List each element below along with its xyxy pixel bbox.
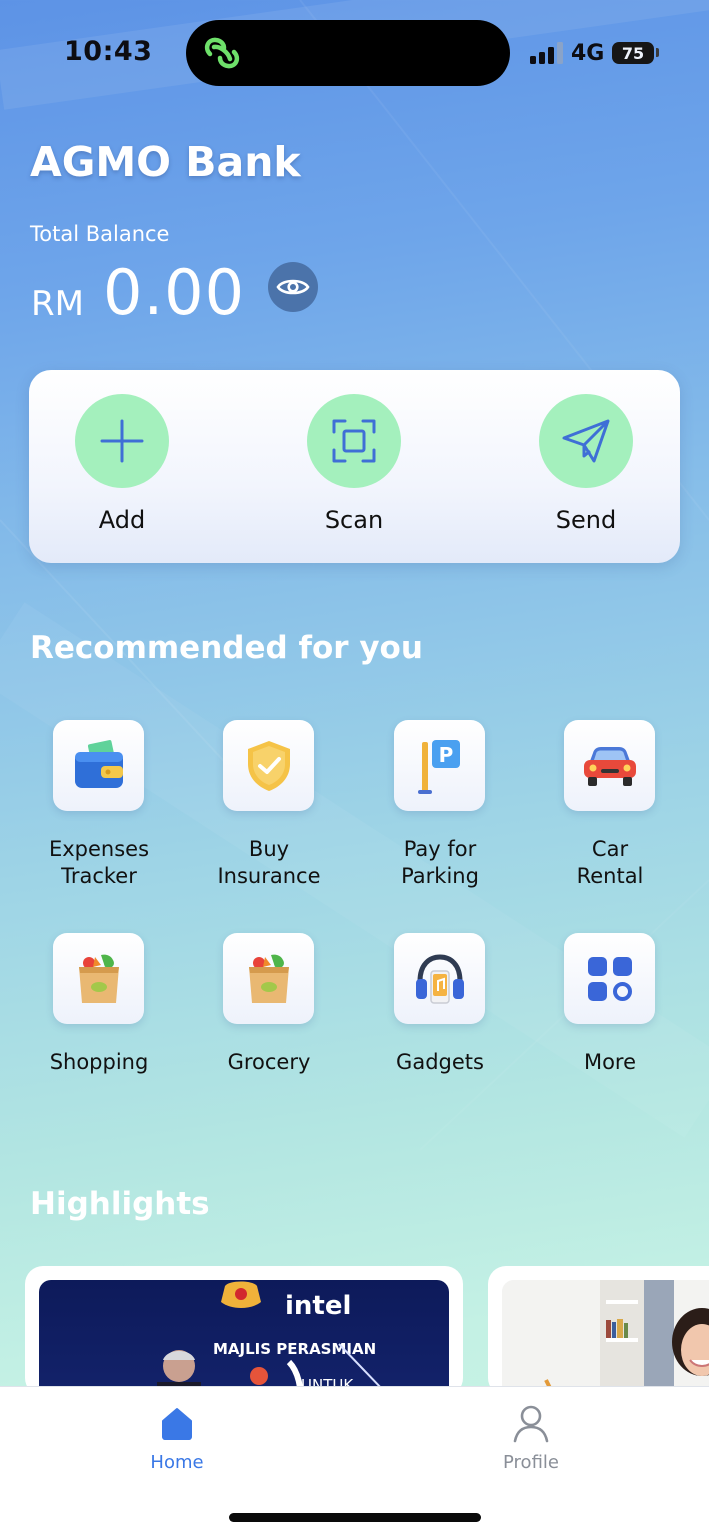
quick-actions-card: Add Scan Send bbox=[29, 370, 680, 563]
balance-amount: 0.00 bbox=[103, 256, 246, 329]
eye-icon bbox=[276, 279, 310, 295]
dynamic-island bbox=[186, 20, 510, 86]
signal-icon bbox=[530, 42, 563, 64]
service-tile bbox=[53, 720, 144, 811]
highlight-card[interactable] bbox=[488, 1266, 709, 1396]
service-tile: P bbox=[394, 720, 485, 811]
service-tile bbox=[223, 933, 314, 1024]
highlight-image bbox=[502, 1280, 709, 1396]
home-icon bbox=[162, 1408, 192, 1440]
battery-level: 75 bbox=[621, 43, 645, 63]
service-grocery[interactable]: Grocery bbox=[184, 933, 354, 1113]
nav-profile[interactable]: Profile bbox=[431, 1387, 631, 1497]
plus-icon bbox=[100, 419, 144, 463]
send-button[interactable]: Send bbox=[516, 394, 656, 544]
currency-label: RM bbox=[31, 284, 84, 324]
service-label: Pay for Parking bbox=[401, 837, 479, 888]
service-label: Grocery bbox=[227, 1050, 311, 1074]
balance-label: Total Balance bbox=[30, 222, 170, 246]
grocery-bag-icon bbox=[78, 954, 119, 1003]
highlights-title: Highlights bbox=[30, 1186, 210, 1222]
nav-home[interactable]: Home bbox=[77, 1387, 277, 1497]
grocery-bag-icon bbox=[248, 954, 289, 1003]
service-tile bbox=[53, 933, 144, 1024]
nav-profile-label: Profile bbox=[503, 1452, 559, 1473]
parking-sign-icon: P bbox=[417, 739, 460, 794]
link-chain-icon bbox=[204, 37, 240, 69]
network-type: 4G bbox=[571, 41, 605, 66]
person-icon bbox=[513, 1405, 549, 1443]
scan-circle bbox=[307, 394, 401, 488]
intel-text: intel bbox=[285, 1291, 351, 1321]
event-stage-illustration: intel MAJLIS PERASMIAN UNTUK bbox=[157, 1281, 384, 1396]
toggle-balance-button[interactable] bbox=[268, 262, 318, 312]
scan-label: Scan bbox=[324, 506, 384, 534]
svg-text:P: P bbox=[438, 743, 453, 767]
event-title-text: MAJLIS PERASMIAN bbox=[213, 1340, 376, 1358]
wallet-icon bbox=[74, 739, 123, 788]
shield-check-icon bbox=[247, 740, 290, 791]
service-label: More bbox=[583, 1050, 637, 1074]
service-label: Gadgets bbox=[396, 1050, 484, 1074]
service-more[interactable]: More bbox=[525, 933, 695, 1113]
service-tile bbox=[223, 720, 314, 811]
add-circle bbox=[75, 394, 169, 488]
battery-cap bbox=[656, 48, 659, 57]
service-buy-insurance[interactable]: Buy Insurance bbox=[184, 720, 354, 900]
add-label: Add bbox=[98, 506, 146, 534]
service-tile bbox=[564, 720, 655, 811]
highlight-card[interactable]: intel MAJLIS PERASMIAN UNTUK bbox=[25, 1266, 463, 1396]
send-label: Send bbox=[555, 506, 617, 534]
bank-name: AGMO Bank bbox=[30, 138, 301, 186]
service-label: Car Rental bbox=[576, 837, 644, 888]
send-circle bbox=[539, 394, 633, 488]
service-car-rental[interactable]: Car Rental bbox=[525, 720, 695, 900]
scan-button[interactable]: Scan bbox=[284, 394, 424, 544]
service-label: Expenses Tracker bbox=[48, 837, 150, 888]
service-gadgets[interactable]: Gadgets bbox=[355, 933, 525, 1113]
status-time: 10:43 bbox=[64, 36, 153, 67]
scan-frame-icon bbox=[332, 419, 376, 463]
service-tile bbox=[564, 933, 655, 1024]
recommended-title: Recommended for you bbox=[30, 630, 423, 666]
paper-plane-icon bbox=[562, 419, 610, 463]
bottom-navigation: Home Profile bbox=[0, 1386, 709, 1536]
grid-more-icon bbox=[587, 956, 632, 1001]
nav-home-label: Home bbox=[150, 1452, 204, 1473]
car-icon bbox=[583, 746, 636, 786]
service-tile bbox=[394, 933, 485, 1024]
service-label: Shopping bbox=[49, 1050, 149, 1074]
highlight-image: intel MAJLIS PERASMIAN UNTUK bbox=[39, 1280, 449, 1396]
person-photo-illustration bbox=[502, 1280, 709, 1396]
home-indicator bbox=[229, 1513, 481, 1522]
battery-icon: 75 bbox=[612, 42, 654, 64]
headphones-icon bbox=[415, 953, 464, 1004]
service-expenses-tracker[interactable]: Expenses Tracker bbox=[14, 720, 184, 900]
service-pay-for-parking[interactable]: P Pay for Parking bbox=[355, 720, 525, 900]
service-label: Buy Insurance bbox=[217, 837, 321, 888]
service-shopping[interactable]: Shopping bbox=[14, 933, 184, 1113]
add-button[interactable]: Add bbox=[52, 394, 192, 544]
